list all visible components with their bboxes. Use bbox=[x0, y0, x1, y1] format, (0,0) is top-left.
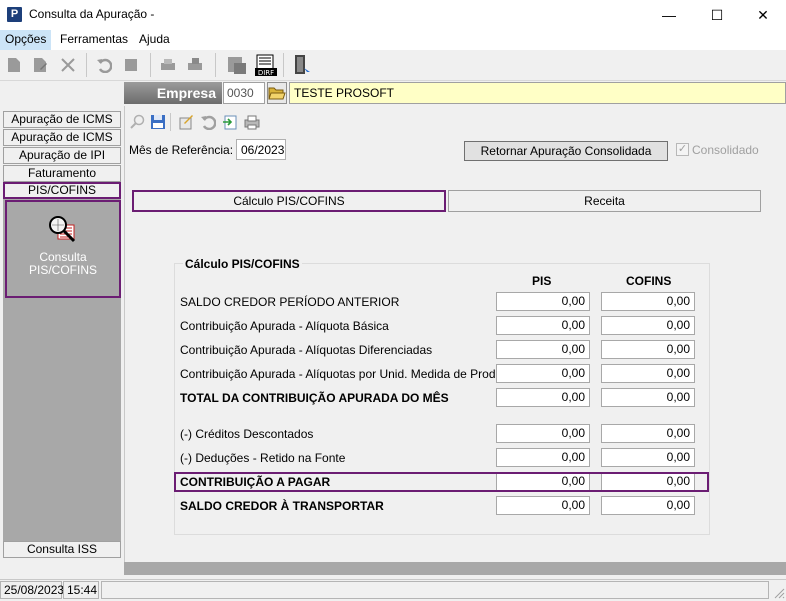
folder-open-icon bbox=[268, 87, 286, 100]
undo-icon[interactable] bbox=[96, 57, 112, 73]
tab-calculo-pis-cofins[interactable]: Cálculo PIS/COFINS bbox=[132, 190, 446, 212]
empresa-name-field[interactable]: TESTE PROSOFT bbox=[289, 82, 786, 104]
main-bottom-band bbox=[124, 562, 786, 575]
cofins-value-field: 0,00 bbox=[601, 448, 695, 467]
magnifier-report-icon bbox=[49, 216, 76, 243]
row-label-saldo-credor-transportar: SALDO CREDOR À TRANSPORTAR bbox=[180, 499, 384, 513]
nav-apuracao-ipi[interactable]: Apuração de IPI bbox=[3, 147, 121, 164]
menu-ajuda[interactable]: Ajuda bbox=[139, 32, 170, 46]
row-label-total: TOTAL DA CONTRIBUIÇÃO APURADA DO MÊS bbox=[180, 391, 449, 405]
mes-referencia-label: Mês de Referência: bbox=[129, 143, 234, 157]
empresa-code-field[interactable]: 0030 bbox=[223, 82, 265, 104]
cofins-value-field: 0,00 bbox=[601, 424, 695, 443]
nav-faturamento[interactable]: Faturamento bbox=[3, 165, 121, 182]
pis-value-field: 0,00 bbox=[496, 424, 590, 443]
app-logo-icon: P bbox=[7, 7, 22, 22]
status-time: 15:44 bbox=[63, 581, 99, 599]
cofins-value-field: 0,00 bbox=[601, 340, 695, 359]
cofins-value-field: 0,00 bbox=[601, 364, 695, 383]
empresa-lookup-button[interactable] bbox=[267, 82, 287, 104]
nav-apuracao-icms[interactable]: Apuração de ICMS bbox=[3, 111, 121, 128]
undo-small-icon[interactable] bbox=[200, 114, 216, 130]
close-button[interactable]: ✕ bbox=[740, 0, 786, 30]
empresa-label: Empresa bbox=[124, 82, 222, 104]
cofins-value-field: 0,00 bbox=[601, 496, 695, 515]
maximize-button[interactable]: ☐ bbox=[694, 0, 740, 30]
minimize-button[interactable]: — bbox=[646, 0, 692, 30]
consolidado-label: Consolidado bbox=[692, 143, 759, 157]
export-icon[interactable] bbox=[222, 114, 238, 130]
highlight-contribuicao-a-pagar bbox=[174, 472, 709, 492]
pis-value-field: 0,00 bbox=[496, 364, 590, 383]
row-label: Contribuição Apurada - Alíquota Básica bbox=[180, 319, 389, 333]
print-icon[interactable] bbox=[160, 57, 176, 73]
tab-receita[interactable]: Receita bbox=[448, 190, 761, 212]
exit-door-icon[interactable] bbox=[292, 54, 312, 76]
status-message bbox=[101, 581, 769, 599]
status-date: 25/08/2023 bbox=[0, 581, 64, 599]
pis-value-field: 0,00 bbox=[496, 340, 590, 359]
resize-grip-icon[interactable] bbox=[771, 585, 785, 599]
nav-apuracao-icms-st[interactable]: Apuração de ICMS ST bbox=[3, 129, 121, 159]
pis-value-field: 0,00 bbox=[496, 496, 590, 515]
nav-pis-cofins[interactable]: PIS/COFINS bbox=[3, 182, 121, 199]
consolidado-checkbox[interactable]: ✓ bbox=[676, 143, 689, 156]
retornar-apuracao-consolidada-button[interactable]: Retornar Apuração Consolidada bbox=[464, 141, 668, 161]
pis-value-field: 0,00 bbox=[496, 448, 590, 467]
calculator-icon[interactable] bbox=[226, 54, 248, 76]
svg-text:DIRF: DIRF bbox=[258, 69, 274, 77]
pis-value-field: 0,00 bbox=[496, 292, 590, 311]
stop-icon[interactable] bbox=[123, 57, 139, 73]
row-label: (-) Créditos Descontados bbox=[180, 427, 314, 441]
cofins-value-field: 0,00 bbox=[601, 316, 695, 335]
row-label: SALDO CREDOR PERÍODO ANTERIOR bbox=[180, 295, 400, 309]
edit-icon[interactable] bbox=[32, 57, 48, 73]
delete-icon[interactable] bbox=[60, 57, 76, 73]
menu-ferramentas[interactable]: Ferramentas bbox=[60, 32, 128, 46]
calculo-group-title: Cálculo PIS/COFINS bbox=[183, 257, 302, 271]
search-icon[interactable] bbox=[130, 114, 146, 130]
column-header-cofins: COFINS bbox=[626, 274, 672, 288]
nav-consulta-iss[interactable]: Consulta ISS bbox=[3, 541, 121, 558]
row-label: (-) Deduções - Retido na Fonte bbox=[180, 451, 346, 465]
column-header-pis: PIS bbox=[532, 274, 552, 288]
row-label: Contribuição Apurada - Alíquotas por Uni… bbox=[180, 367, 513, 381]
print-preview-icon[interactable] bbox=[187, 57, 203, 73]
toolbar bbox=[0, 50, 786, 81]
new-icon[interactable] bbox=[6, 57, 22, 73]
window-title: Consulta da Apuração - bbox=[29, 7, 155, 21]
mes-referencia-input[interactable]: 06/2023 bbox=[236, 139, 286, 160]
pis-value-field: 0,00 bbox=[496, 316, 590, 335]
edit-document-icon[interactable] bbox=[178, 114, 194, 130]
menu-opcoes[interactable]: Opções bbox=[0, 30, 52, 50]
pis-value-field: 0,00 bbox=[496, 388, 590, 407]
consulta-pis-cofins-label: Consulta PIS/COFINS bbox=[28, 250, 97, 277]
cofins-value-field: 0,00 bbox=[601, 388, 695, 407]
save-icon[interactable] bbox=[150, 114, 166, 130]
row-label: Contribuição Apurada - Alíquotas Diferen… bbox=[180, 343, 433, 357]
dirf-icon[interactable]: DIRF bbox=[254, 53, 278, 77]
cofins-value-field: 0,00 bbox=[601, 292, 695, 311]
printer-icon[interactable] bbox=[244, 114, 260, 130]
